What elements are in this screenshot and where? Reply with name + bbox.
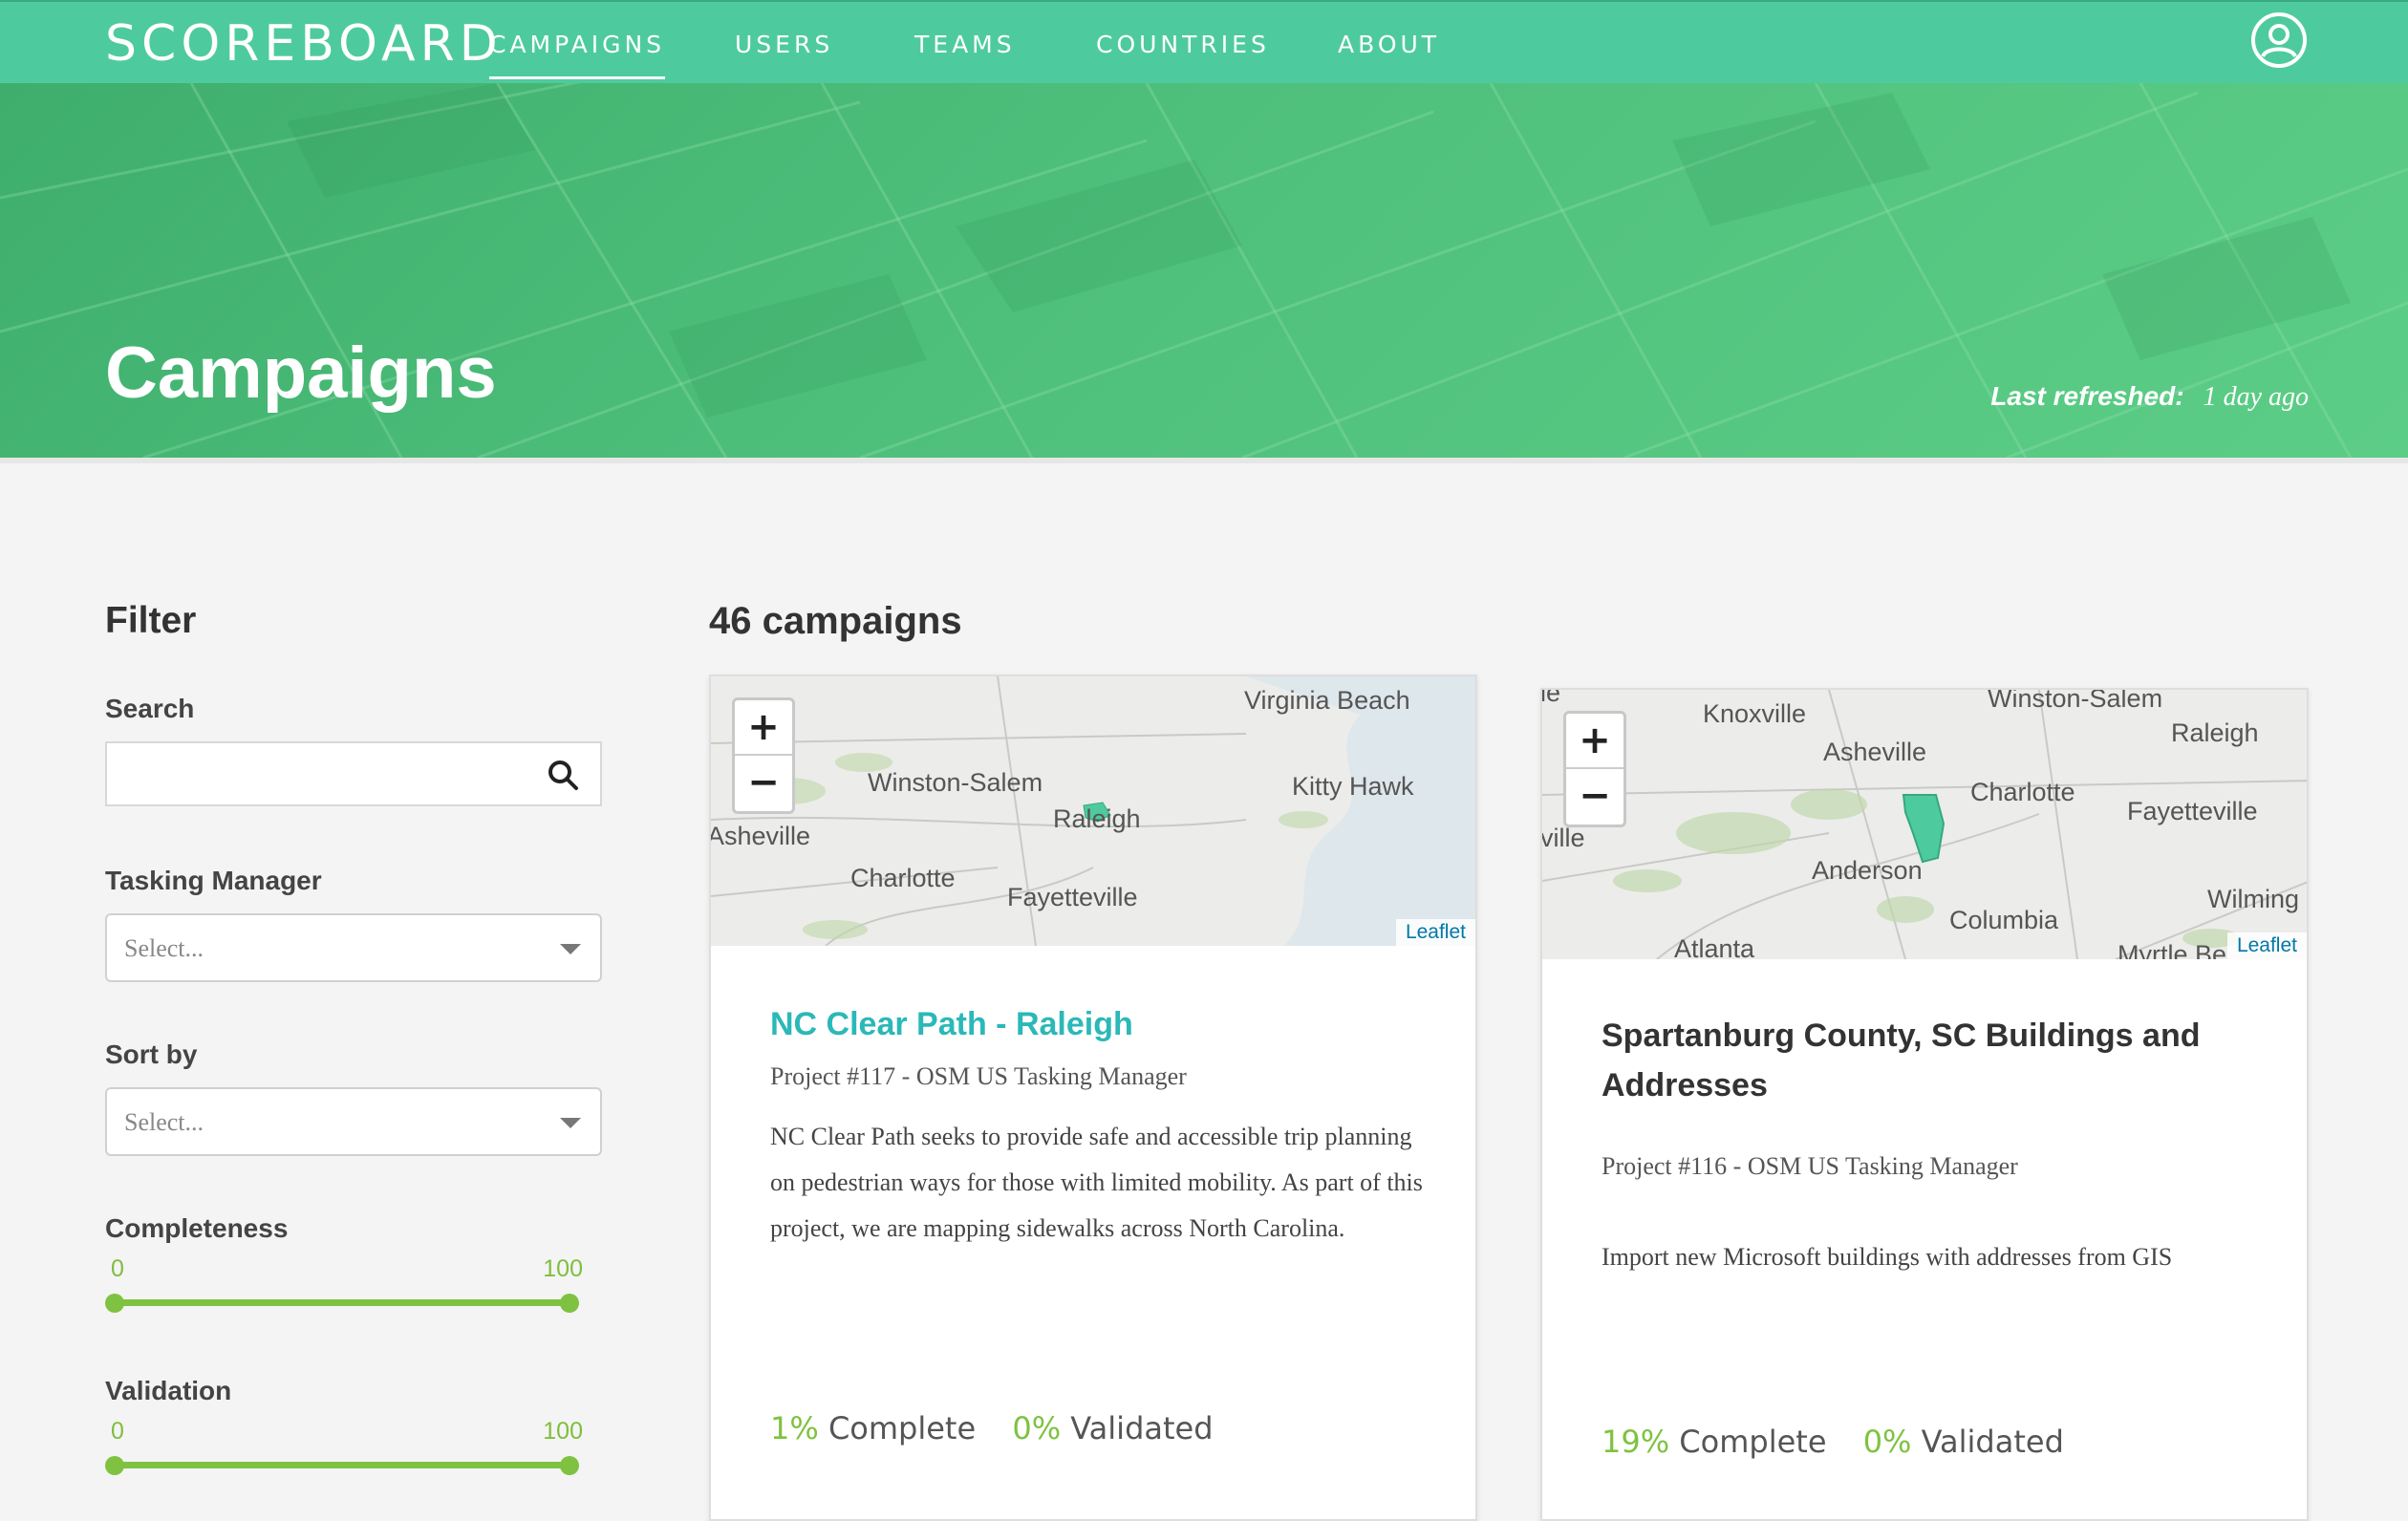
tasking-manager-label: Tasking Manager (105, 866, 322, 895)
map-city-label: Virginia Beach (1244, 686, 1410, 715)
validation-max-handle[interactable] (560, 1456, 579, 1475)
campaign-title-link[interactable]: NC Clear Path - Raleigh (770, 999, 1133, 1049)
campaign-card[interactable]: Virginia Beach Winston-Salem Kitty Hawk … (709, 675, 1477, 1521)
completeness-label: Completeness (105, 1213, 289, 1243)
campaign-count: 46 campaigns (709, 600, 962, 642)
validation-label: Validation (105, 1376, 232, 1405)
page-title: Campaigns (105, 332, 497, 414)
completeness-max-handle[interactable] (560, 1294, 579, 1313)
campaign-project: Project #117 - OSM US Tasking Manager (770, 1062, 1187, 1090)
map-city-label: Winston-Salem (1988, 690, 2163, 713)
chevron-down-icon (560, 944, 581, 954)
user-circle-icon[interactable] (2249, 11, 2309, 70)
campaign-map[interactable]: Virginia Beach Winston-Salem Kitty Hawk … (711, 676, 1475, 946)
map-city-label: Knoxville (1703, 699, 1807, 728)
last-refreshed-label: Last refreshed: (1990, 381, 2184, 411)
map-city-label: Wilming (2207, 885, 2300, 913)
map-city-label: Asheville (1823, 738, 1927, 766)
campaign-stats: 1% Complete 0% Validated (770, 1410, 1214, 1446)
nav-about[interactable]: ABOUT (1338, 31, 1440, 58)
hero-divider (0, 458, 2408, 463)
map-city-label: Columbia (1949, 906, 2059, 934)
map-city-label: Charlotte (1970, 778, 2075, 806)
hero-banner: Campaigns Last refreshed: 1 day ago (0, 83, 2408, 458)
map-city-label: le (1542, 690, 1561, 707)
map-city-label: Charlotte (850, 864, 956, 892)
nav-users[interactable]: USERS (735, 31, 833, 58)
validated-label: Validated (1921, 1424, 2064, 1460)
campaign-map[interactable]: le Knoxville Winston-Salem Raleigh Ashev… (1542, 690, 2307, 959)
filter-heading: Filter (105, 600, 197, 641)
campaign-project: Project #116 - OSM US Tasking Manager (1602, 1152, 2018, 1180)
campaign-card[interactable]: le Knoxville Winston-Salem Raleigh Ashev… (1540, 688, 2309, 1521)
map-city-label: Winston-Salem (868, 768, 1043, 797)
tasking-manager-placeholder: Select... (124, 934, 204, 962)
map-city-label: Myrtle Be (2118, 940, 2227, 959)
last-refreshed-value: 1 day ago (2203, 382, 2309, 412)
zoom-out-button[interactable]: − (1566, 769, 1623, 825)
map-city-label: ville (1542, 824, 1585, 852)
completeness-slider[interactable]: 0 100 (105, 1255, 583, 1313)
campaign-description: NC Clear Path seeks to provide safe and … (770, 1123, 1423, 1242)
completeness-max: 100 (543, 1255, 583, 1282)
validation-slider[interactable]: 0 100 (105, 1418, 583, 1475)
top-navbar: SCOREBOARD CAMPAIGNS USERS TEAMS COUNTRI… (0, 0, 2408, 83)
completeness-min: 0 (111, 1255, 124, 1282)
map-city-label: Kitty Hawk (1292, 772, 1414, 801)
completeness-min-handle[interactable] (105, 1294, 124, 1313)
tasking-manager-select[interactable]: Select... (105, 913, 602, 982)
validation-max: 100 (543, 1418, 583, 1445)
map-city-label: Asheville (711, 822, 811, 850)
zoom-in-button[interactable]: + (1566, 714, 1623, 769)
validation-min-handle[interactable] (105, 1456, 124, 1475)
zoom-in-button[interactable]: + (735, 700, 792, 756)
validated-label: Validated (1070, 1410, 1214, 1446)
map-city-label: Atlanta (1674, 934, 1755, 959)
map-zoom-control: + − (732, 697, 795, 814)
nav-teams[interactable]: TEAMS (914, 31, 1016, 58)
leaflet-attribution-link[interactable]: Leaflet (1395, 919, 1475, 946)
complete-percent: 19% (1602, 1424, 1670, 1460)
validation-track[interactable] (113, 1462, 570, 1468)
map-city-label: Fayetteville (2127, 797, 2258, 825)
search-input[interactable] (105, 741, 602, 806)
leaflet-attribution-link[interactable]: Leaflet (2226, 932, 2307, 959)
campaign-stats: 19% Complete 0% Validated (1602, 1424, 2064, 1460)
validated-percent: 0% (1862, 1424, 1912, 1460)
brand-logo[interactable]: SCOREBOARD (105, 15, 503, 73)
campaign-title-link[interactable]: Spartanburg County, SC Buildings and Add… (1602, 1011, 2270, 1110)
map-city-label: Raleigh (1053, 804, 1141, 833)
search-label: Search (105, 694, 195, 723)
complete-label: Complete (828, 1410, 977, 1446)
validated-percent: 0% (1012, 1410, 1062, 1446)
sort-label: Sort by (105, 1039, 198, 1069)
search-icon[interactable] (547, 759, 579, 791)
campaign-description: Import new Microsoft buildings with addr… (1602, 1243, 2173, 1271)
map-city-label: Raleigh (2171, 718, 2259, 747)
map-city-label: Fayetteville (1007, 883, 1138, 911)
chevron-down-icon (560, 1118, 581, 1128)
nav-campaigns[interactable]: CAMPAIGNS (489, 31, 666, 79)
validation-min: 0 (111, 1418, 124, 1445)
last-refreshed: Last refreshed: 1 day ago (1990, 381, 2309, 413)
complete-label: Complete (1679, 1424, 1827, 1460)
nav-countries[interactable]: COUNTRIES (1096, 31, 1270, 58)
zoom-out-button[interactable]: − (735, 756, 792, 811)
complete-percent: 1% (770, 1410, 819, 1446)
map-zoom-control: + − (1563, 711, 1626, 827)
map-city-label: Anderson (1812, 856, 1923, 885)
sort-select[interactable]: Select... (105, 1087, 602, 1156)
completeness-track[interactable] (113, 1299, 570, 1306)
sort-placeholder: Select... (124, 1108, 204, 1136)
